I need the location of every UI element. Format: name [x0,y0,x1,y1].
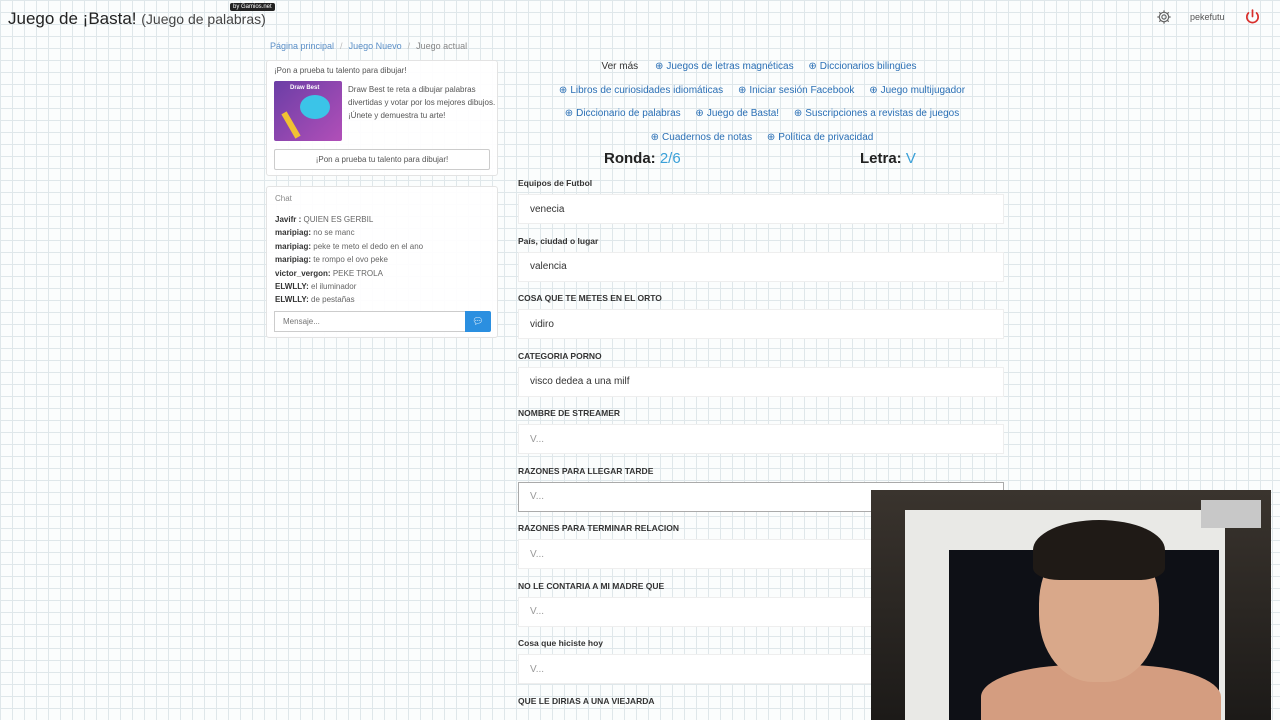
chat-message: Javifr : QUIEN ES GERBIL [275,215,374,224]
category-label: País, ciudad o lugar [518,235,599,246]
category-field: Equipos de Futbol [518,178,1006,224]
letter-indicator: Letra: V [860,150,916,167]
top-bar: Juego de ¡Basta! (Juego de palabras) by … [0,0,1280,34]
webcam-overlay [871,490,1271,720]
link-basta-game[interactable]: Juego de Basta! [695,108,779,119]
link-word-dictionary[interactable]: Diccionario de palabras [565,108,681,119]
chat-message-input[interactable] [274,311,466,332]
chat-title: Chat [275,194,292,203]
category-input[interactable] [518,309,1004,339]
category-label: RAZONES PARA LLEGAR TARDE [518,465,654,476]
link-magazine-subscriptions[interactable]: Suscripciones a revistas de juegos [794,108,959,119]
power-icon[interactable] [1244,8,1261,25]
chat-send-button[interactable]: 💬︎ [465,311,491,332]
more-label: Ver más [601,61,639,72]
promo-button[interactable]: ¡Pon a prueba tu talento para dibujar! [274,149,490,170]
category-field: País, ciudad o lugar [518,236,1006,282]
promo-text: Draw Best te reta a dibujar palabras div… [348,85,496,120]
more-links: Ver más Juegos de letras magnéticas Dicc… [518,55,1006,149]
round-indicator: Ronda: 2/6 [604,150,681,167]
category-input[interactable] [518,366,1004,397]
link-idiom-books[interactable]: Libros de curiosidades idiomáticas [559,85,723,96]
app-title-main: Juego de ¡Basta! [8,9,137,28]
category-input[interactable] [518,251,1004,282]
link-notebooks[interactable]: Cuadernos de notas [651,132,752,143]
letter-value: V [905,150,916,167]
chat-message: maripiag: no se manc [275,228,355,238]
promo-panel: ¡Pon a prueba tu talento para dibujar! D… [266,60,498,176]
category-label: Equipos de Futbol [518,178,593,188]
chat-bubble-icon: 💬︎ [472,316,484,326]
chat-message: maripiag: te rompo el ovo peke [275,255,388,265]
link-bilingual-dictionaries[interactable]: Diccionarios bilingües [808,61,916,72]
gear-icon[interactable] [1156,9,1172,25]
chat-message: ELWLLY: de pestañas [275,295,355,305]
round-value: 2/6 [659,150,681,167]
draw-best-image[interactable]: Draw Best [274,81,342,141]
link-facebook-login[interactable]: Iniciar sesión Facebook [738,85,854,96]
breadcrumb-current: Juego actual [416,41,468,51]
app-title: Juego de ¡Basta! (Juego de palabras) [8,9,266,29]
promo-title: ¡Pon a prueba tu talento para dibujar! [274,66,407,75]
category-field: COSA QUE TE METES EN EL ORTO [518,293,1006,339]
link-magnetic-letters[interactable]: Juegos de letras magnéticas [655,61,794,72]
link-privacy-policy[interactable]: Política de privacidad [767,132,873,143]
breadcrumb-new-game[interactable]: Juego Nuevo [349,41,402,51]
chat-message: ELWLLY: el iluminador [275,282,357,292]
category-label: CATEGORIA PORNO [518,350,602,361]
breadcrumb-home[interactable]: Página principal [270,41,334,51]
draw-best-image-label: Draw Best [290,85,320,91]
app-title-sub: (Juego de palabras) [141,11,266,27]
link-multiplayer[interactable]: Juego multijugador [869,85,965,96]
category-input[interactable] [518,194,1004,224]
category-input[interactable] [518,424,1004,454]
category-label: NOMBRE DE STREAMER [518,408,621,418]
category-label: COSA QUE TE METES EN EL ORTO [518,293,662,303]
by-badge: by Gamios.net [230,3,275,11]
chat-panel: Chat Javifr : QUIEN ES GERBIL maripiag: … [266,186,498,338]
chat-message: victor_vergon: PEKE TROLA [275,268,383,278]
breadcrumb: Página principal / Juego Nuevo / Juego actua… [270,41,468,51]
chat-message: maripiag: peke te meto el dedo en el ano [275,241,424,251]
category-field: CATEGORIA PORNO [518,351,1006,397]
category-field: NOMBRE DE STREAMER [518,408,1006,454]
username[interactable]: pekefutu [1190,12,1225,22]
